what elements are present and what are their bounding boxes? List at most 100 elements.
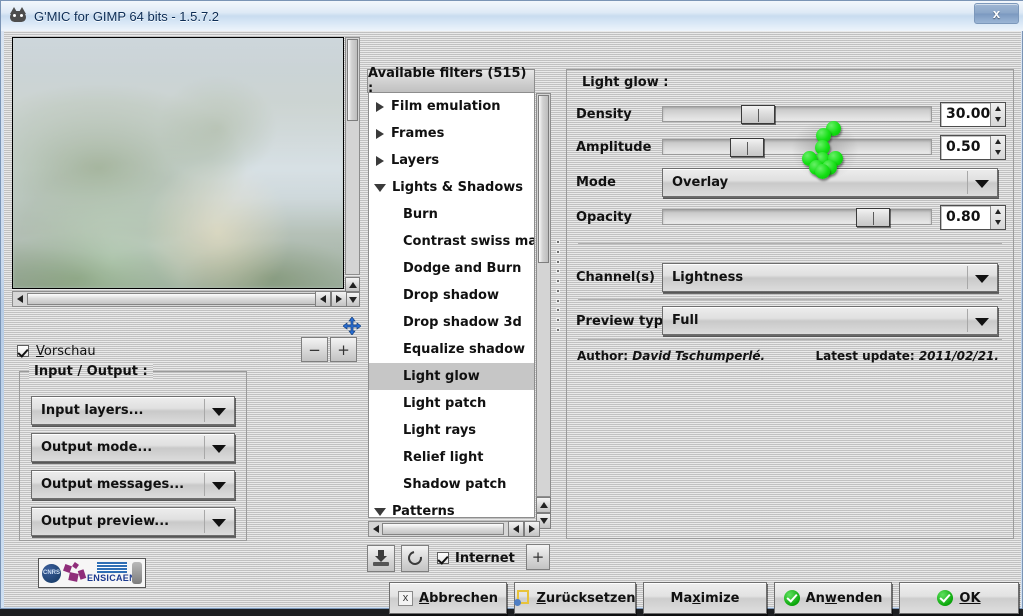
preview-checkbox-label: Vorschau [36, 343, 96, 359]
filter-item-light-patch[interactable]: Light patch [369, 390, 534, 417]
preview-hscroll-buttons[interactable] [315, 291, 347, 307]
pan-move-icon[interactable] [342, 316, 362, 336]
output-messages-button[interactable]: Output messages... [31, 470, 235, 499]
scroll-down-icon[interactable] [345, 292, 360, 307]
chevron-down-icon[interactable] [374, 507, 386, 516]
ensicaen-figure-icon [132, 562, 142, 584]
maximize-button[interactable]: Maximize [643, 582, 767, 614]
scrollbar-thumb[interactable] [538, 95, 549, 263]
scroll-left-icon[interactable] [315, 291, 331, 307]
scroll-right-icon[interactable] [524, 521, 540, 537]
scroll-left-icon[interactable] [508, 521, 524, 537]
filter-item-label: Dodge and Burn [403, 261, 522, 276]
preview-canvas[interactable] [12, 37, 344, 289]
filter-item-label: Patterns [392, 504, 455, 518]
chevron-right-icon[interactable] [376, 155, 384, 166]
opacity-spinbox[interactable]: 0.80 [940, 204, 1006, 230]
filter-item-equalize-shadow[interactable]: Equalize shadow [369, 336, 534, 363]
filter-tree[interactable]: Film emulation Frames Layers Lights & Shado… [368, 93, 535, 518]
filter-item-label: Contrast swiss mask [403, 234, 535, 249]
opacity-slider[interactable] [662, 208, 932, 227]
filter-item-frames[interactable]: Frames [369, 120, 534, 147]
filter-item-layers[interactable]: Layers [369, 147, 534, 174]
preview-vertical-scrollbar[interactable] [345, 37, 360, 275]
filter-item-lights-shadows[interactable]: Lights & Shadows [369, 174, 534, 201]
download-filters-button[interactable] [367, 544, 395, 572]
filter-item-patterns[interactable]: Patterns [369, 498, 534, 518]
author-name: David Tschumperlé. [632, 349, 766, 363]
scroll-right-icon[interactable] [331, 291, 347, 307]
filter-list-toolbar: Internet + [367, 543, 552, 573]
scroll-up-icon[interactable] [345, 277, 360, 292]
filter-item-contrast-swiss-mask[interactable]: Contrast swiss mask [369, 228, 534, 255]
input-layers-button[interactable]: Input layers... [31, 396, 235, 425]
filter-item-dodge-and-burn[interactable]: Dodge and Burn [369, 255, 534, 282]
internet-checkbox[interactable] [437, 552, 449, 564]
refresh-filters-button[interactable] [401, 544, 429, 572]
density-slider[interactable] [662, 105, 932, 124]
ensicaen-label: ENSICAEN [87, 573, 136, 583]
download-icon [373, 550, 389, 566]
preview-horizontal-scrollbar[interactable] [12, 291, 345, 307]
refresh-icon [405, 548, 425, 568]
check-icon [783, 590, 800, 606]
amplitude-slider[interactable] [662, 138, 932, 157]
slider-thumb[interactable] [730, 138, 764, 157]
filter-item-film-emulation[interactable]: Film emulation [369, 93, 534, 120]
density-label: Density [576, 106, 632, 122]
scroll-left-icon[interactable] [14, 293, 26, 305]
left-column: Vorschau − + Input / Output : Input laye… [9, 35, 362, 600]
close-icon[interactable]: x [974, 3, 1019, 24]
filter-item-light-rays[interactable]: Light rays [369, 417, 534, 444]
ok-button[interactable]: OK [899, 582, 1019, 614]
cancel-button[interactable]: x Abbrechen [389, 582, 507, 614]
author-prefix: Author: [577, 349, 629, 363]
apply-button[interactable]: Anwenden [774, 582, 892, 614]
panel-splitter-handle[interactable] [555, 241, 561, 331]
filter-item-relief-light[interactable]: Relief light [369, 444, 534, 471]
scroll-left-icon[interactable] [370, 523, 381, 535]
filter-item-burn[interactable]: Burn [369, 201, 534, 228]
reset-icon [514, 590, 530, 606]
add-filter-button[interactable]: + [526, 544, 550, 570]
filter-item-light-glow[interactable]: Light glow [369, 363, 534, 390]
reset-button[interactable]: Zurücksetzen [514, 582, 636, 614]
zoom-in-button[interactable]: + [330, 337, 357, 362]
slider-thumb[interactable] [740, 105, 775, 124]
scrollbar-thumb[interactable] [347, 39, 358, 121]
amplitude-spinbox[interactable]: 0.50 [940, 134, 1006, 160]
filter-item-drop-shadow[interactable]: Drop shadow [369, 282, 534, 309]
preview-type-value: Full [672, 313, 699, 328]
available-filters-header: Available filters (515) : [367, 66, 535, 96]
internet-toggle-row[interactable]: Internet [437, 551, 515, 566]
scrollbar-thumb[interactable] [27, 293, 322, 305]
preview-vscroll-buttons[interactable] [345, 277, 360, 307]
filter-item-label: Light glow [403, 369, 480, 384]
chevron-down-icon [975, 317, 989, 326]
slider-thumb[interactable] [855, 208, 890, 227]
scrollbar-thumb[interactable] [382, 523, 504, 535]
filter-item-shadow-patch[interactable]: Shadow patch [369, 471, 534, 498]
channels-dropdown[interactable]: Lightness [662, 263, 998, 292]
output-preview-button[interactable]: Output preview... [31, 507, 235, 536]
chevron-right-icon[interactable] [376, 128, 384, 139]
window-title: G'MIC for GIMP 64 bits - 1.5.7.2 [34, 8, 220, 24]
output-mode-button[interactable]: Output mode... [31, 433, 235, 462]
chevron-down-icon [975, 274, 989, 283]
filter-list-hscroll-buttons[interactable] [508, 521, 540, 537]
spinner-arrows[interactable] [990, 205, 1005, 229]
filter-list-vertical-scrollbar[interactable] [536, 93, 551, 497]
zoom-out-button[interactable]: − [301, 337, 328, 362]
filter-item-label: Drop shadow [403, 288, 499, 303]
preview-type-dropdown[interactable]: Full [662, 306, 998, 335]
filter-item-label: Film emulation [391, 99, 501, 114]
scroll-up-icon[interactable] [536, 497, 551, 513]
chevron-down-icon[interactable] [374, 183, 386, 192]
density-spinbox[interactable]: 30.00 [940, 101, 1006, 127]
preview-checkbox[interactable] [17, 345, 29, 357]
filter-item-drop-shadow-3d[interactable]: Drop shadow 3d [369, 309, 534, 336]
chevron-right-icon[interactable] [376, 101, 384, 112]
spinner-arrows[interactable] [990, 135, 1005, 159]
mode-dropdown[interactable]: Overlay [662, 168, 998, 197]
spinner-arrows[interactable] [990, 102, 1005, 126]
